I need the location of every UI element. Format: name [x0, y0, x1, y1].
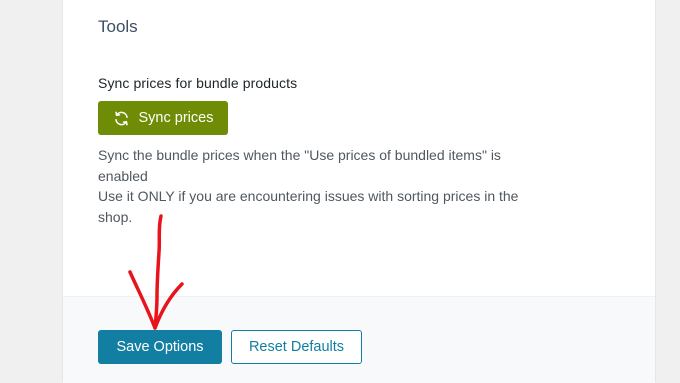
settings-panel: Tools Sync prices for bundle products Sy…: [62, 0, 656, 383]
sync-option-label: Sync prices for bundle products: [98, 75, 298, 91]
reset-defaults-button[interactable]: Reset Defaults: [231, 330, 362, 364]
sync-option-description: Sync the bundle prices when the "Use pri…: [98, 145, 538, 227]
options-footer: Save Options Reset Defaults: [63, 296, 655, 383]
sync-prices-button[interactable]: Sync prices: [98, 101, 228, 135]
save-options-button[interactable]: Save Options: [98, 330, 222, 364]
description-line: Sync the bundle prices when the "Use pri…: [98, 147, 501, 184]
description-line: Use it ONLY if you are encountering issu…: [98, 188, 519, 225]
sync-icon: [113, 110, 130, 127]
section-title: Tools: [98, 17, 138, 36]
sync-prices-button-label: Sync prices: [138, 110, 214, 126]
